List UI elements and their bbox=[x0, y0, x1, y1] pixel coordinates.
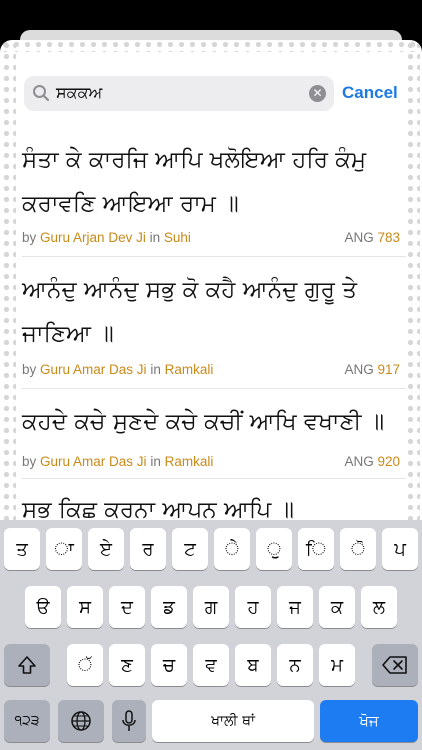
ang-label: ANG bbox=[344, 362, 374, 377]
raag-name: Ramkali bbox=[164, 454, 214, 469]
verse-line: ਕਰਾਵਣਿ ਆਇਆ ਰਾਮ ॥ bbox=[22, 191, 239, 217]
globe-icon bbox=[71, 711, 91, 731]
key[interactable]: ਲ bbox=[361, 586, 397, 628]
key[interactable]: ਹ bbox=[235, 586, 271, 628]
space-key[interactable]: ਖਾਲੀ ਥਾਂ bbox=[152, 700, 314, 742]
in-label: in bbox=[150, 362, 161, 377]
decorative-border-top bbox=[0, 40, 422, 52]
key[interactable]: ੳ bbox=[25, 586, 61, 628]
key[interactable]: ਚ bbox=[151, 644, 187, 686]
key[interactable]: ਗ bbox=[193, 586, 229, 628]
raag-name: Ramkali bbox=[164, 362, 214, 377]
ang-label: ANG bbox=[344, 230, 374, 245]
ang-badge: ANG 920 bbox=[344, 454, 400, 469]
shift-key[interactable] bbox=[4, 644, 50, 686]
cancel-button[interactable]: Cancel bbox=[342, 83, 398, 103]
globe-key[interactable] bbox=[58, 700, 104, 742]
result-meta: by Guru Amar Das Ji in Ramkali ANG 920 bbox=[22, 454, 404, 469]
by-label: by bbox=[22, 362, 37, 377]
in-label: in bbox=[149, 230, 161, 245]
verse-line: ਆਨੰਦੁ ਆਨੰਦੁ ਸਭੁ ਕੋ ਕਹੈ ਆਨੰਦੁ ਗੁਰੂ ਤੇ bbox=[22, 277, 357, 303]
key[interactable]: ਨ bbox=[277, 644, 313, 686]
key[interactable]: ੱ bbox=[67, 644, 103, 686]
key[interactable]: ਾ bbox=[46, 528, 82, 570]
author-name: Guru Amar Das Ji bbox=[40, 454, 147, 469]
key[interactable]: ਏ bbox=[88, 528, 124, 570]
key[interactable]: ਣ bbox=[109, 644, 145, 686]
verse-line: ਜਾਣਿਆ ॥ bbox=[22, 321, 114, 347]
key[interactable]: ੋ bbox=[340, 528, 376, 570]
search-query: ਸਕਕਅ bbox=[56, 83, 103, 102]
result-item[interactable]: ਸੰਤਾ ਕੇ ਕਾਰਜਿ ਆਪਿ ਖਲੋਇਆ ਹਰਿ ਕੰਮੁ ਕਰਾਵਣਿ … bbox=[22, 138, 404, 256]
key[interactable]: ਦ bbox=[109, 586, 145, 628]
numbers-key[interactable]: ੧੨੩ bbox=[4, 700, 50, 742]
key[interactable]: ਵ bbox=[193, 644, 229, 686]
by-label: by bbox=[22, 230, 37, 245]
key[interactable]: ਡ bbox=[151, 586, 187, 628]
ang-number: 783 bbox=[377, 230, 400, 245]
ang-label: ANG bbox=[344, 454, 374, 469]
backspace-key[interactable] bbox=[372, 644, 418, 686]
search-input[interactable]: ਸਕਕਅ ✕ bbox=[24, 76, 334, 111]
keyboard: ਤ ਾ ਏ ਰ ਟ ੇ ੁ ਿ ੋ ਪ ੳ ਸ ਦ ਡ ਗ ਹ ਜ ਕ ਲ ੱ … bbox=[0, 520, 422, 750]
key[interactable]: ੁ bbox=[256, 528, 292, 570]
microphone-icon bbox=[122, 710, 136, 731]
by-label: by bbox=[22, 454, 37, 469]
key[interactable]: ਿ bbox=[298, 528, 334, 570]
ang-badge: ANG 783 bbox=[344, 230, 400, 245]
ang-number: 917 bbox=[377, 362, 400, 377]
raag-name: Suhi bbox=[163, 230, 191, 245]
key[interactable]: ਮ bbox=[319, 644, 355, 686]
result-item[interactable]: ਆਨੰਦੁ ਆਨੰਦੁ ਸਭੁ ਕੋ ਕਹੈ ਆਨੰਦੁ ਗੁਰੂ ਤੇ ਜਾਣ… bbox=[22, 268, 404, 384]
key[interactable]: ਬ bbox=[235, 644, 271, 686]
backspace-icon bbox=[382, 656, 407, 674]
divider bbox=[22, 388, 406, 389]
key[interactable]: ੇ bbox=[214, 528, 250, 570]
key[interactable]: ਟ bbox=[172, 528, 208, 570]
verse-line: ਸੰਤਾ ਕੇ ਕਾਰਜਿ ਆਪਿ ਖਲੋਇਆ ਹਰਿ ਕੰਮੁ bbox=[22, 147, 367, 173]
key[interactable]: ਜ bbox=[277, 586, 313, 628]
ang-number: 920 bbox=[377, 454, 400, 469]
result-meta: by Guru Amar Das Ji in Ramkali ANG 917 bbox=[22, 362, 404, 377]
author-name: Guru Amar Das Ji bbox=[40, 362, 147, 377]
key[interactable]: ਪ bbox=[382, 528, 418, 570]
key[interactable]: ਸ bbox=[67, 586, 103, 628]
result-item[interactable]: ਕਹਦੇ ਕਚੇ ਸੁਣਦੇ ਕਚੇ ਕਚੀਂ ਆਖਿ ਵਖਾਣੀ ॥ by G… bbox=[22, 400, 404, 480]
verse-line: ਕਹਦੇ ਕਚੇ ਸੁਣਦੇ ਕਚੇ ਕਚੀਂ ਆਖਿ ਵਖਾਣੀ ॥ bbox=[22, 409, 385, 435]
key[interactable]: ਤ bbox=[4, 528, 40, 570]
search-key[interactable]: ਖੋਜ bbox=[320, 700, 418, 742]
divider bbox=[22, 478, 406, 479]
shift-icon bbox=[18, 656, 36, 674]
key[interactable]: ਰ bbox=[130, 528, 166, 570]
result-meta: by Guru Arjan Dev Ji in Suhi ANG 783 bbox=[22, 230, 404, 245]
divider bbox=[22, 256, 406, 257]
author-name: Guru Arjan Dev Ji bbox=[40, 230, 146, 245]
clear-icon[interactable]: ✕ bbox=[309, 85, 326, 102]
ang-badge: ANG 917 bbox=[344, 362, 400, 377]
search-icon bbox=[33, 85, 50, 102]
microphone-key[interactable] bbox=[112, 700, 146, 742]
key[interactable]: ਕ bbox=[319, 586, 355, 628]
in-label: in bbox=[150, 454, 161, 469]
